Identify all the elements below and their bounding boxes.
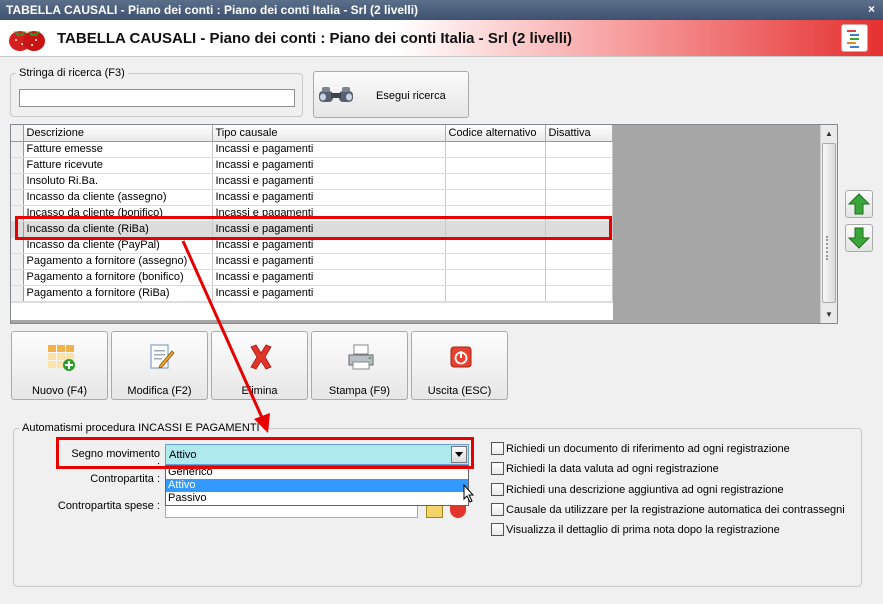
edit-document-icon bbox=[150, 344, 175, 369]
scroll-down-icon[interactable]: ▼ bbox=[823, 308, 835, 321]
causali-table: Descrizione Tipo causale Codice alternat… bbox=[11, 125, 613, 302]
new-button[interactable]: Nuovo (F4) bbox=[11, 331, 108, 400]
table-row[interactable]: Fatture emesse Incassi e pagamenti bbox=[11, 141, 613, 158]
grid-empty-row bbox=[11, 302, 613, 320]
delete-button-label: Elimina bbox=[241, 385, 278, 397]
contropartita-spese-field[interactable] bbox=[165, 506, 418, 518]
table-row[interactable]: Insoluto Ri.Ba. Incassi e pagamenti bbox=[11, 173, 613, 190]
arrow-up-icon bbox=[847, 193, 871, 215]
search-input[interactable] bbox=[19, 89, 295, 107]
window-titlebar: TABELLA CAUSALI - Piano dei conti : Pian… bbox=[0, 0, 883, 20]
segno-movimento-dropdown[interactable]: Generico Attivo Passivo bbox=[165, 465, 469, 506]
table-row[interactable]: Incasso da cliente (assegno) Incassi e pa… bbox=[11, 189, 613, 206]
contropartita-label: Contropartita : bbox=[90, 473, 160, 485]
column-header-codice-alternativo[interactable]: Codice alternativo bbox=[445, 125, 546, 142]
close-icon[interactable]: × bbox=[868, 2, 875, 16]
new-grid-icon bbox=[48, 345, 75, 371]
exit-button[interactable]: Uscita (ESC) bbox=[411, 331, 508, 400]
table-row[interactable]: Fatture ricevute Incassi e pagamenti bbox=[11, 157, 613, 174]
automatismi-legend: Automatismi procedura INCASSI E PAGAMENT… bbox=[19, 422, 263, 434]
table-row[interactable]: Pagamento a fornitore (bonifico) Incassi … bbox=[11, 269, 613, 286]
menu-list-icon[interactable] bbox=[841, 24, 868, 52]
checkbox[interactable] bbox=[491, 523, 504, 537]
exit-button-label: Uscita (ESC) bbox=[427, 385, 492, 397]
binoculars-icon bbox=[319, 87, 353, 102]
move-down-button[interactable] bbox=[845, 224, 873, 252]
checkbox[interactable] bbox=[491, 462, 504, 476]
highlight-selected-row bbox=[15, 216, 612, 240]
strawberry-logo-icon bbox=[9, 31, 45, 51]
checkbox[interactable] bbox=[491, 442, 504, 455]
dropdown-option-attivo[interactable]: Attivo bbox=[166, 479, 468, 492]
dropdown-option-passivo[interactable]: Passivo bbox=[166, 492, 468, 505]
scroll-up-icon[interactable]: ▲ bbox=[823, 127, 835, 140]
splitter-grip[interactable] bbox=[826, 236, 830, 260]
table-row[interactable]: Pagamento a fornitore (assegno) Incassi e… bbox=[11, 253, 613, 270]
search-button-label: Esegui ricerca bbox=[376, 90, 446, 102]
print-button-label: Stampa (F9) bbox=[328, 385, 391, 397]
scrollbar-thumb[interactable] bbox=[822, 143, 836, 303]
app-header: TABELLA CAUSALI - Piano dei conti : Pian… bbox=[0, 20, 883, 57]
arrow-down-icon bbox=[847, 227, 871, 249]
page-title: TABELLA CAUSALI - Piano dei conti : Pian… bbox=[57, 30, 573, 47]
folder-icon[interactable] bbox=[426, 506, 443, 518]
edit-button[interactable]: Modifica (F2) bbox=[111, 331, 208, 400]
row-indicator-header bbox=[11, 125, 24, 142]
column-header-tipo-causale[interactable]: Tipo causale bbox=[212, 125, 446, 142]
search-group: Stringa di ricerca (F3) bbox=[10, 67, 303, 117]
grid-vertical-scrollbar[interactable]: ▲ ▼ bbox=[820, 125, 837, 323]
printer-icon bbox=[348, 344, 374, 370]
search-legend: Stringa di ricerca (F3) bbox=[16, 67, 128, 79]
checkbox[interactable] bbox=[491, 502, 504, 516]
checkbox[interactable] bbox=[491, 482, 504, 496]
edit-button-label: Modifica (F2) bbox=[127, 385, 192, 397]
power-icon bbox=[450, 346, 472, 368]
print-button[interactable]: Stampa (F9) bbox=[311, 331, 408, 400]
column-header-descrizione[interactable]: Descrizione bbox=[23, 125, 213, 142]
new-button-label: Nuovo (F4) bbox=[31, 385, 88, 397]
delete-button[interactable]: Elimina bbox=[211, 331, 308, 400]
delete-x-icon bbox=[250, 344, 272, 370]
highlight-segno-movimento bbox=[56, 437, 474, 469]
search-button[interactable]: Esegui ricerca bbox=[313, 71, 469, 118]
move-up-button[interactable] bbox=[845, 190, 873, 218]
table-row[interactable]: Pagamento a fornitore (RiBa) Incassi e pa… bbox=[11, 285, 613, 302]
contropartita-spese-label: Contropartita spese : bbox=[57, 500, 160, 512]
window-title: TABELLA CAUSALI - Piano dei conti : Pian… bbox=[6, 3, 419, 17]
table-header-row: Descrizione Tipo causale Codice alternat… bbox=[11, 125, 613, 142]
column-header-disattiva[interactable]: Disattiva bbox=[545, 125, 613, 142]
